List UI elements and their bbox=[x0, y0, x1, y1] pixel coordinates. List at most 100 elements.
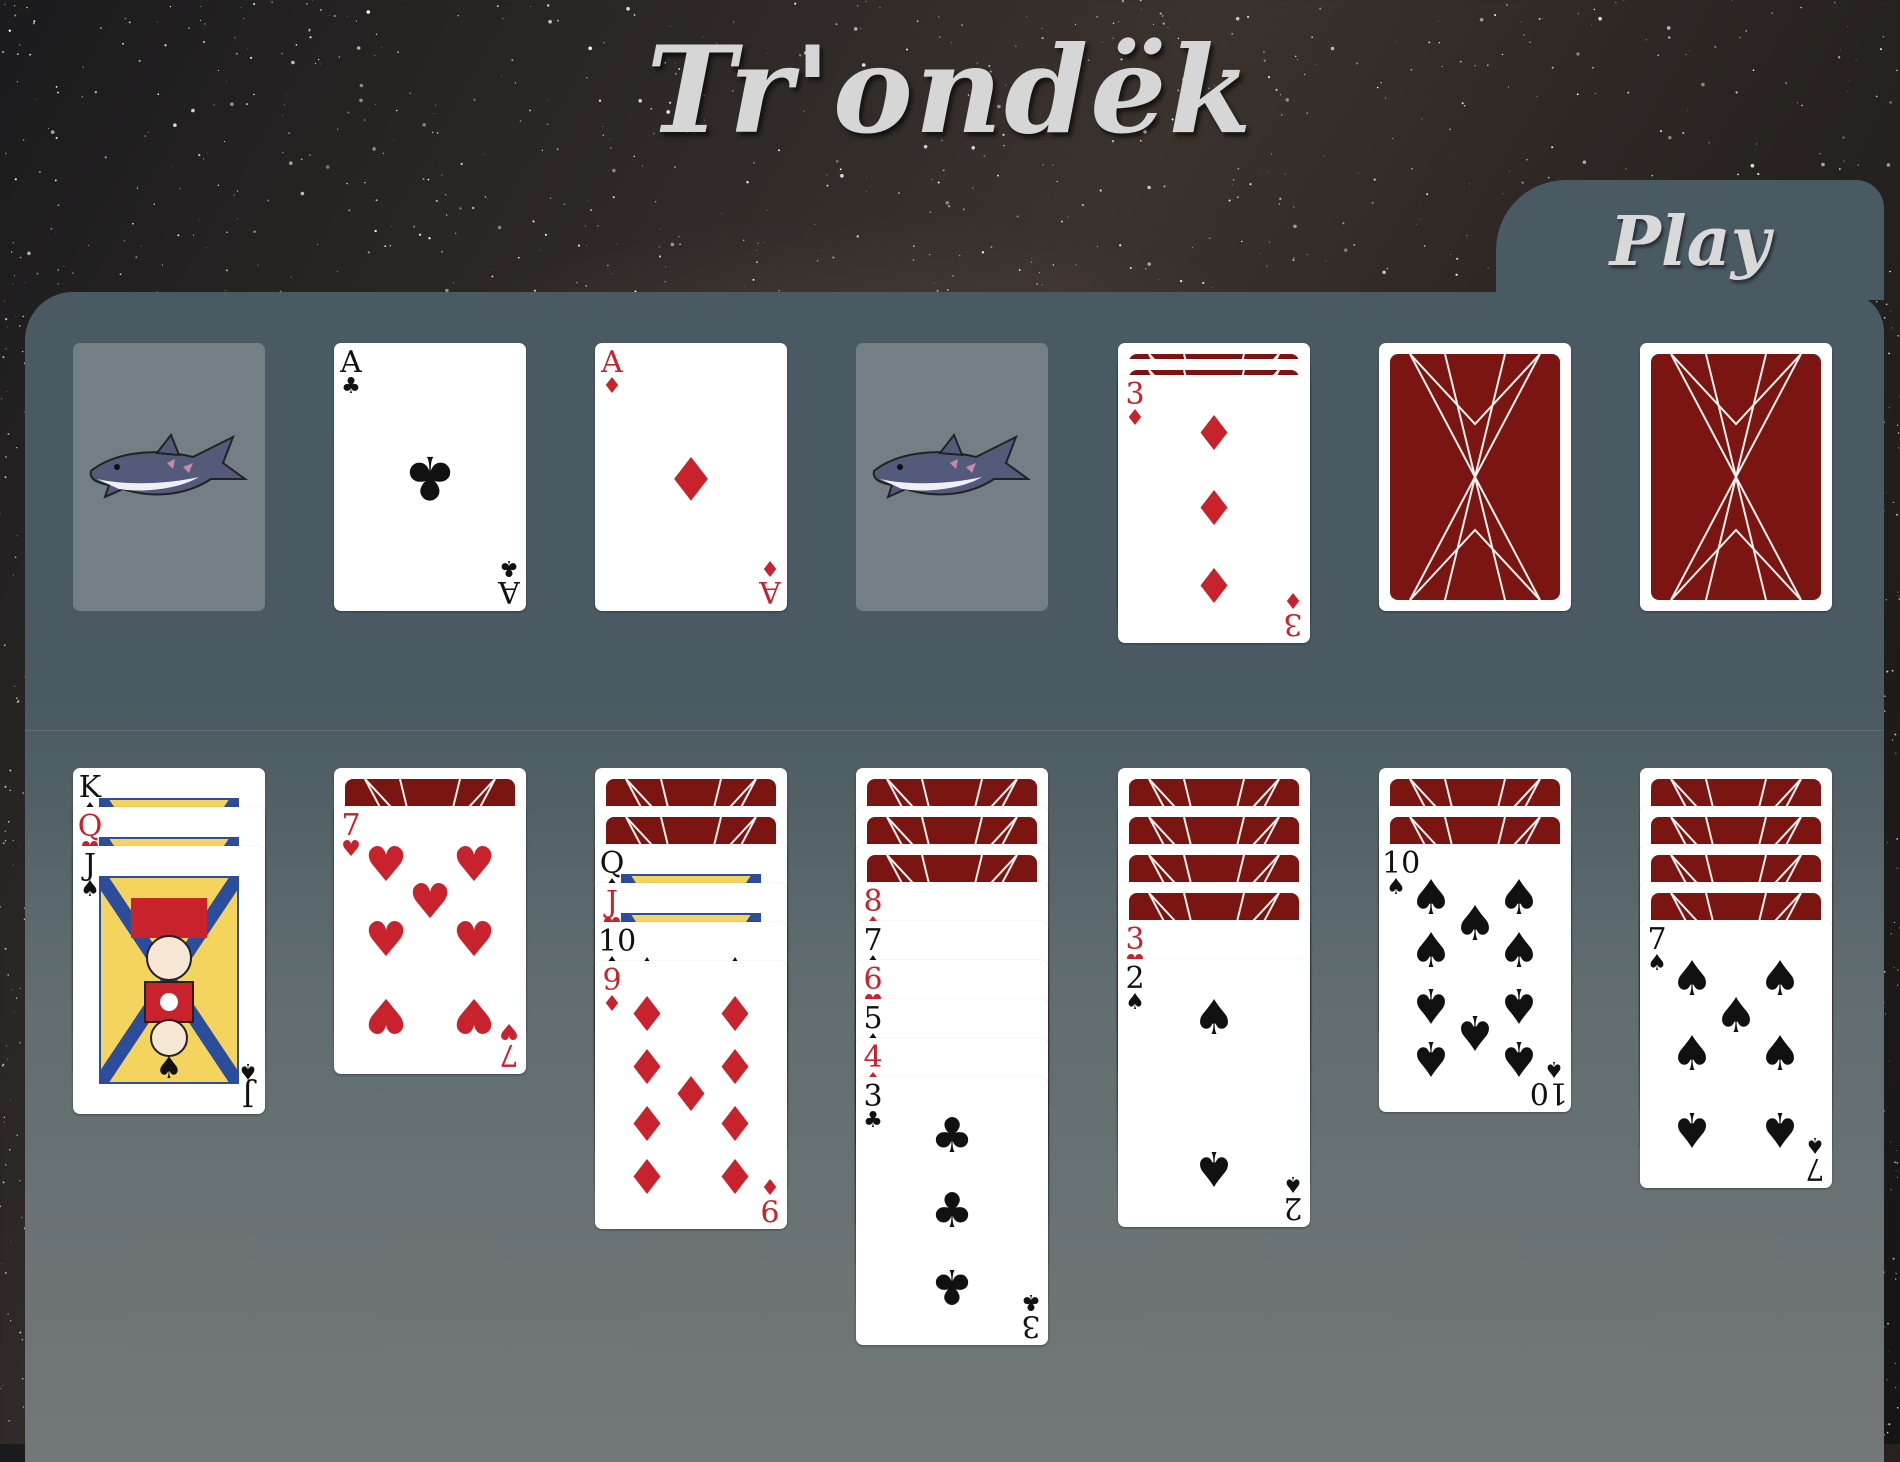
diamond-icon: ♦ bbox=[713, 1044, 756, 1092]
club-icon: ♣ bbox=[930, 1112, 973, 1160]
face-down-card[interactable] bbox=[1640, 343, 1832, 611]
card-index-top: 3♣ bbox=[859, 1083, 887, 1131]
spade-icon: ♠ bbox=[1192, 994, 1235, 1042]
club-icon: ♣ bbox=[859, 1111, 887, 1131]
card-index-bottom: A♦ bbox=[756, 557, 784, 605]
spade-icon: ♠ bbox=[1409, 1034, 1452, 1082]
diamond-icon: ♦ bbox=[625, 1151, 668, 1199]
spade-icon: ♠ bbox=[1540, 1058, 1568, 1078]
empty-foundation-slot[interactable] bbox=[856, 343, 1048, 611]
heart-icon: ♥ bbox=[337, 840, 365, 860]
card-index-top: 9♦ bbox=[598, 967, 626, 1015]
club-icon: ♣ bbox=[1017, 1291, 1045, 1311]
heart-icon: ♥ bbox=[364, 841, 407, 889]
diamond-icon: ♦ bbox=[598, 995, 626, 1015]
spade-icon: ♠ bbox=[1670, 1105, 1713, 1153]
play-tab-label: Play bbox=[1610, 202, 1771, 282]
tableau-card-7-of-hearts[interactable]: 7♥7♥♥♥♥♥♥♥♥ bbox=[334, 806, 526, 1074]
spade-icon: ♠ bbox=[1409, 981, 1452, 1029]
diamond-icon: ♦ bbox=[756, 557, 784, 577]
card-back-pattern bbox=[1390, 354, 1560, 600]
empty-foundation-slot[interactable] bbox=[73, 343, 265, 611]
spade-icon: ♠ bbox=[1758, 955, 1801, 1003]
heart-icon: ♥ bbox=[364, 916, 407, 964]
heart-icon: ♥ bbox=[452, 916, 495, 964]
spade-icon: ♠ bbox=[1497, 927, 1540, 975]
heart-icon: ♥ bbox=[495, 1020, 523, 1040]
card-index-bottom: 10♠ bbox=[1540, 1058, 1568, 1106]
diamond-icon: ♦ bbox=[625, 1098, 668, 1146]
spade-icon: ♠ bbox=[1279, 1173, 1307, 1193]
spade-icon: ♠ bbox=[1453, 1008, 1496, 1056]
shark-icon bbox=[83, 423, 253, 523]
card-index-bottom: A♣ bbox=[495, 557, 523, 605]
card-index-bottom: 3♦ bbox=[1279, 589, 1307, 637]
diamond-icon: ♦ bbox=[713, 1151, 756, 1199]
spade-icon: ♠ bbox=[1409, 874, 1452, 922]
club-icon: ♣ bbox=[403, 453, 457, 501]
card-index-bottom: 7♥ bbox=[495, 1020, 523, 1068]
heart-icon: ♥ bbox=[364, 991, 407, 1039]
tableau-card-2-of-spades[interactable]: 2♠2♠♠♠ bbox=[1118, 959, 1310, 1227]
tableau-card-jack-of-spades[interactable]: J♠J♠ ♠ bbox=[73, 846, 265, 1114]
card-index-top: 7♠ bbox=[1643, 926, 1671, 974]
play-tab[interactable]: Play bbox=[1496, 180, 1884, 300]
diamond-icon: ♦ bbox=[1279, 589, 1307, 609]
spade-icon: ♠ bbox=[1453, 900, 1496, 948]
diamond-icon: ♦ bbox=[664, 453, 718, 501]
diamond-icon: ♦ bbox=[625, 991, 668, 1039]
spade-icon: ♠ bbox=[1670, 1030, 1713, 1078]
club-icon: ♣ bbox=[495, 557, 523, 577]
spade-icon: ♠ bbox=[1192, 1144, 1235, 1192]
tableau-card-3-of-clubs[interactable]: 3♣3♣♣♣♣ bbox=[856, 1077, 1048, 1345]
spade-icon: ♠ bbox=[1409, 927, 1452, 975]
card-back-pattern bbox=[1651, 354, 1821, 600]
card-index-top: 10♠ bbox=[1382, 850, 1410, 898]
court-card-art: ♠ bbox=[99, 876, 239, 1084]
tableau-card-9-of-diamonds[interactable]: 9♦9♦♦♦♦♦♦♦♦♦♦ bbox=[595, 961, 787, 1229]
shark-icon bbox=[866, 423, 1036, 523]
spade-icon: ♠ bbox=[1497, 1034, 1540, 1082]
spade-icon: ♠ bbox=[1497, 874, 1540, 922]
diamond-icon: ♦ bbox=[1192, 410, 1235, 458]
tableau-card-10-of-spades[interactable]: 10♠10♠♠♠♠♠♠♠♠♠♠♠ bbox=[1379, 844, 1571, 1112]
diamond-icon: ♦ bbox=[625, 1044, 668, 1092]
card-index-bottom: 3♣ bbox=[1017, 1291, 1045, 1339]
foundation-card-ace-of-clubs[interactable]: A♣A♣♣ bbox=[334, 343, 526, 611]
spade-icon: ♠ bbox=[1758, 1105, 1801, 1153]
game-title: Tr'ondëk bbox=[0, 20, 1900, 161]
club-icon: ♣ bbox=[930, 1262, 973, 1310]
diamond-icon: ♦ bbox=[713, 991, 756, 1039]
card-index-top: A♦ bbox=[598, 349, 626, 397]
card-index-top: 7♥ bbox=[337, 812, 365, 860]
tableau-card-7-of-spades[interactable]: 7♠7♠♠♠♠♠♠♠♠ bbox=[1640, 920, 1832, 1188]
card-index-bottom: 7♠ bbox=[1801, 1134, 1829, 1182]
card-index-top: 3♦ bbox=[1121, 381, 1149, 429]
heart-icon: ♥ bbox=[452, 991, 495, 1039]
face-down-card[interactable] bbox=[1379, 343, 1571, 611]
diamond-icon: ♦ bbox=[756, 1175, 784, 1195]
diamond-icon: ♦ bbox=[1192, 560, 1235, 608]
spade-icon: ♠ bbox=[1670, 955, 1713, 1003]
diamond-icon: ♦ bbox=[1121, 409, 1149, 429]
heart-icon: ♥ bbox=[452, 841, 495, 889]
club-icon: ♣ bbox=[930, 1187, 973, 1235]
spade-icon: ♠ bbox=[1382, 878, 1410, 898]
diamond-icon: ♦ bbox=[598, 377, 626, 397]
card-index-top: A♣ bbox=[337, 349, 365, 397]
card-index-bottom: 2♠ bbox=[1279, 1173, 1307, 1221]
diamond-icon: ♦ bbox=[669, 1071, 712, 1119]
diamond-icon: ♦ bbox=[713, 1098, 756, 1146]
spade-icon: ♠ bbox=[1643, 954, 1671, 974]
spade-icon: ♠ bbox=[1758, 1030, 1801, 1078]
spade-icon: ♠ bbox=[1801, 1134, 1829, 1154]
spade-icon: ♠ bbox=[1497, 981, 1540, 1029]
foundation-card-ace-of-diamonds[interactable]: A♦A♦♦ bbox=[595, 343, 787, 611]
club-icon: ♣ bbox=[337, 377, 365, 397]
diamond-icon: ♦ bbox=[1192, 485, 1235, 533]
waste-top-card[interactable]: 3♦3♦♦♦♦ bbox=[1118, 375, 1310, 643]
board-divider bbox=[25, 730, 1884, 731]
card-index-top: 2♠ bbox=[1121, 965, 1149, 1013]
heart-icon: ♥ bbox=[408, 878, 451, 926]
spade-icon: ♠ bbox=[1714, 992, 1757, 1040]
